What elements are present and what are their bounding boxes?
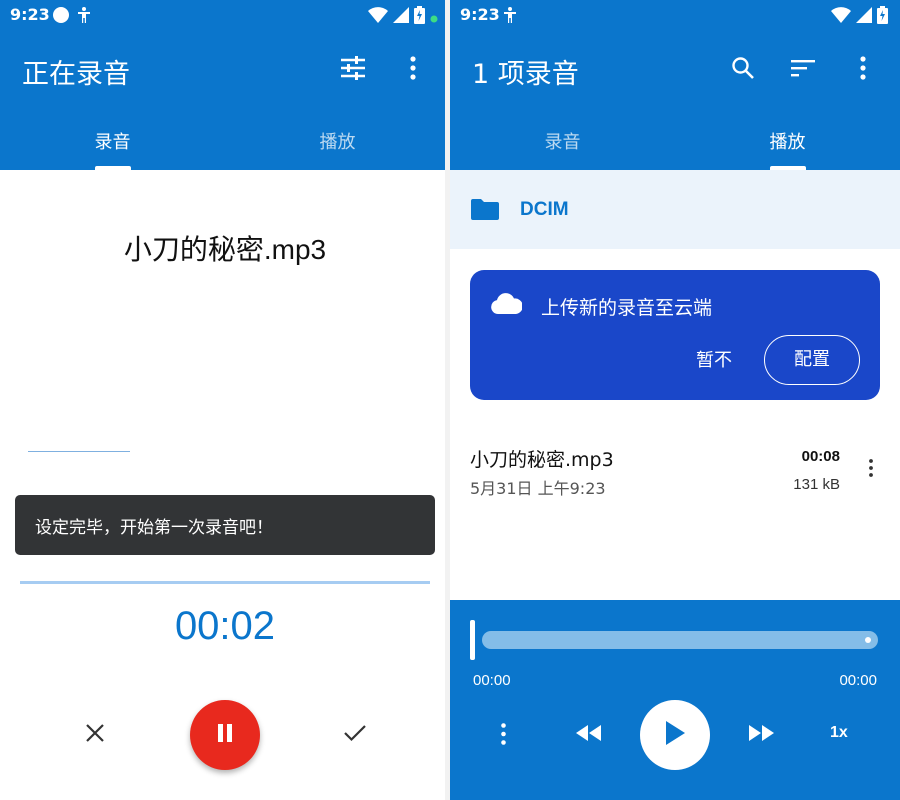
close-icon: [85, 723, 105, 747]
waveform: [28, 451, 130, 452]
tab-playback[interactable]: 播放: [225, 110, 450, 170]
check-icon: [343, 724, 367, 746]
playback-screen: 9:23 1 项录音 录音 播放 DCIM 上传新的录音至云端 暂不 配置 小刀…: [450, 0, 900, 800]
list-item[interactable]: 小刀的秘密.mp3 5月31日 上午9:23 00:08 131 kB: [450, 440, 900, 510]
tab-bar: 录音 播放: [450, 110, 900, 170]
circle-notification-icon: [52, 6, 70, 28]
pause-icon: [216, 723, 234, 747]
tab-record[interactable]: 录音: [0, 110, 225, 170]
cloud-upload-card: 上传新的录音至云端 暂不 配置: [470, 270, 880, 400]
app-bar: 9:23 1 项录音 录音 播放: [450, 0, 900, 170]
status-dot-icon: [430, 8, 438, 27]
cancel-recording-button[interactable]: [77, 717, 113, 753]
recording-date: 5月31日 上午9:23: [470, 479, 606, 498]
page-title: 1 项录音: [472, 59, 579, 90]
cellular-signal-icon: [393, 7, 409, 27]
player-panel: 00:00 00:00 1x: [450, 600, 900, 800]
cloud-icon: [490, 292, 523, 318]
fast-forward-icon: [748, 725, 774, 745]
seek-thumb[interactable]: [470, 620, 475, 660]
recording-screen: 9:23 正在录音 录音 播放 小刀的秘密.mp3 设定完毕，开始第一次录音吧！…: [0, 0, 450, 800]
status-time: 9:23: [10, 5, 50, 24]
more-vert-icon: [869, 459, 873, 481]
accessibility-icon: [76, 6, 92, 28]
more-vert-icon: [410, 56, 416, 84]
tab-playback[interactable]: 播放: [675, 110, 900, 170]
status-bar: 9:23: [0, 0, 450, 30]
rewind-button[interactable]: [574, 720, 604, 750]
rewind-icon: [576, 725, 602, 745]
status-time: 9:23: [460, 5, 500, 24]
more-options-button[interactable]: [844, 52, 882, 88]
fast-forward-button[interactable]: [746, 720, 776, 750]
battery-charging-icon: [414, 6, 425, 28]
folder-selector[interactable]: DCIM: [450, 170, 900, 249]
playback-speed-button[interactable]: 1x: [830, 724, 848, 742]
more-vert-icon: [500, 723, 506, 749]
recording-progress-line: [20, 581, 430, 584]
recording-size: 131 kB: [793, 476, 840, 493]
settings-button[interactable]: [334, 52, 372, 88]
recording-duration: 00:08: [801, 448, 840, 465]
playback-duration: 00:00: [839, 672, 877, 689]
item-more-button[interactable]: [864, 457, 878, 483]
seek-bar[interactable]: [482, 631, 878, 649]
folder-icon: [471, 198, 499, 224]
elapsed-time: 00:02: [174, 604, 276, 648]
accessibility-icon: [502, 6, 518, 28]
more-vert-icon: [860, 56, 866, 84]
play-icon: [664, 720, 686, 750]
app-bar: 9:23 正在录音 录音 播放: [0, 0, 450, 170]
folder-name: DCIM: [520, 199, 569, 220]
configure-button[interactable]: 配置: [764, 335, 860, 385]
finish-recording-button[interactable]: [337, 717, 373, 753]
tab-bar: 录音 播放: [0, 110, 450, 170]
toast-message: 设定完毕，开始第一次录音吧！: [15, 495, 435, 555]
player-more-button[interactable]: [493, 722, 513, 750]
recording-filename: 小刀的秘密.mp3: [123, 234, 327, 265]
search-icon: [731, 56, 755, 84]
battery-charging-icon: [877, 6, 888, 28]
wifi-icon: [831, 7, 851, 27]
sort-button[interactable]: [784, 52, 822, 88]
search-button[interactable]: [724, 52, 762, 88]
playback-position: 00:00: [473, 672, 511, 689]
not-now-button[interactable]: 暂不: [696, 346, 732, 372]
tab-record[interactable]: 录音: [450, 110, 675, 170]
cloud-upload-message: 上传新的录音至云端: [541, 297, 713, 319]
play-button[interactable]: [640, 700, 710, 770]
status-bar: 9:23: [450, 0, 900, 30]
pause-button[interactable]: [190, 700, 260, 770]
sort-icon: [791, 59, 815, 81]
recording-name: 小刀的秘密.mp3: [470, 449, 614, 471]
page-title: 正在录音: [22, 59, 130, 90]
tune-sliders-icon: [340, 56, 366, 84]
seek-end-dot: [865, 637, 871, 643]
more-options-button[interactable]: [394, 52, 432, 88]
cellular-signal-icon: [856, 7, 872, 27]
wifi-icon: [368, 7, 388, 27]
